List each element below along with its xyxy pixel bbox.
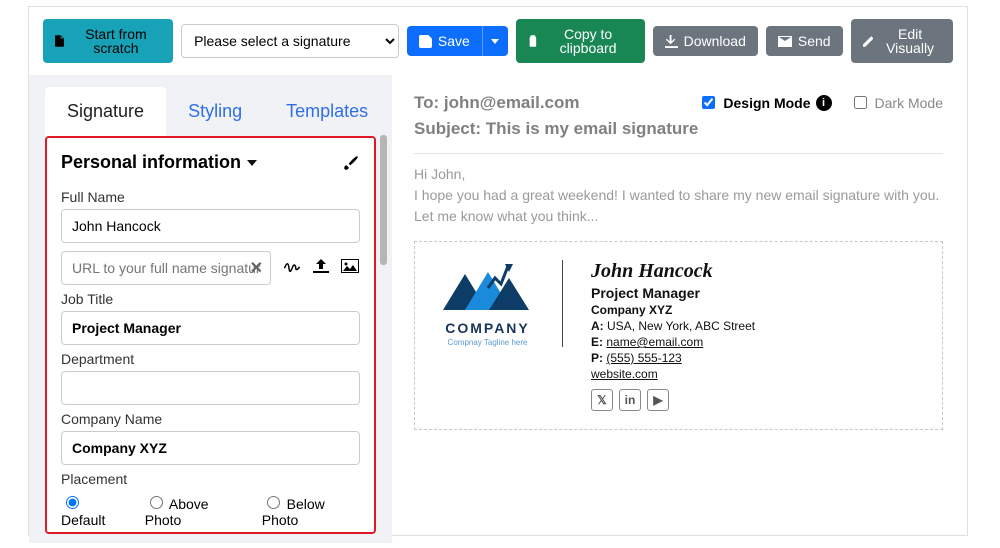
- department-input[interactable]: [61, 371, 360, 405]
- sig-job: Project Manager: [591, 285, 755, 301]
- preview-pane: To: john@email.com Subject: This is my e…: [392, 75, 967, 543]
- save-label: Save: [438, 34, 470, 48]
- signature-preview: COMPANY Compnay Tagline here John Hancoc…: [414, 241, 943, 430]
- sig-company: Company XYZ: [591, 303, 755, 317]
- dark-mode-toggle[interactable]: Dark Mode: [850, 93, 943, 112]
- copy-label: Copy to clipboard: [544, 27, 633, 55]
- full-name-label: Full Name: [61, 189, 360, 205]
- sig-website: website.com: [591, 367, 755, 381]
- youtube-icon[interactable]: ▶: [647, 389, 669, 411]
- download-button[interactable]: Download: [653, 26, 758, 56]
- info-icon[interactable]: i: [816, 95, 832, 111]
- send-button[interactable]: Send: [766, 26, 843, 56]
- download-label: Download: [684, 34, 746, 48]
- signature-logo: COMPANY Compnay Tagline here: [433, 260, 563, 347]
- sidebar-scrollbar[interactable]: [380, 135, 387, 543]
- draw-signature-icon[interactable]: [283, 259, 301, 278]
- tab-signature[interactable]: Signature: [45, 87, 166, 136]
- placement-default-option[interactable]: Default: [61, 493, 127, 528]
- design-mode-toggle[interactable]: Design Mode i: [698, 93, 831, 112]
- edit-visually-button[interactable]: Edit Visually: [851, 19, 953, 63]
- sig-name: John Hancock: [591, 260, 755, 283]
- tab-styling[interactable]: Styling: [166, 87, 264, 136]
- signature-url-input[interactable]: [61, 251, 271, 285]
- job-title-label: Job Title: [61, 291, 360, 307]
- file-icon: [55, 34, 65, 48]
- divider: [414, 153, 943, 154]
- preview-subject: Subject: This is my email signature: [414, 119, 698, 139]
- save-dropdown-toggle[interactable]: [482, 26, 508, 56]
- save-icon: [419, 35, 432, 48]
- signature-details: John Hancock Project Manager Company XYZ…: [591, 260, 755, 411]
- placement-above-option[interactable]: Above Photo: [145, 493, 244, 528]
- section-header[interactable]: Personal information: [61, 146, 360, 183]
- linkedin-icon[interactable]: in: [619, 389, 641, 411]
- section-title: Personal information: [61, 152, 241, 173]
- upload-icon[interactable]: [313, 259, 329, 278]
- chevron-down-icon: [491, 39, 499, 44]
- top-toolbar: Start from scratch Please select a signa…: [29, 7, 967, 75]
- sig-address: A: USA, New York, ABC Street: [591, 319, 755, 333]
- tab-templates[interactable]: Templates: [264, 87, 390, 136]
- placement-below-option[interactable]: Below Photo: [262, 493, 360, 528]
- clear-icon[interactable]: ✕: [250, 258, 263, 278]
- department-label: Department: [61, 351, 360, 367]
- image-icon[interactable]: [341, 259, 359, 278]
- email-body: Hi John, I hope you had a great weekend!…: [414, 164, 943, 227]
- save-button[interactable]: Save: [407, 26, 482, 56]
- full-name-input[interactable]: [61, 209, 360, 243]
- start-label: Start from scratch: [71, 27, 161, 55]
- signature-select[interactable]: Please select a signature: [181, 24, 399, 58]
- save-split-button[interactable]: Save: [407, 26, 508, 56]
- brush-icon[interactable]: [342, 154, 360, 172]
- placement-label: Placement: [61, 471, 360, 487]
- copy-button[interactable]: Copy to clipboard: [516, 19, 645, 63]
- sig-email: E: name@email.com: [591, 335, 755, 349]
- job-title-input[interactable]: [61, 311, 360, 345]
- edit-label: Edit Visually: [879, 27, 941, 55]
- chevron-down-icon: [247, 160, 257, 166]
- company-name-label: Company Name: [61, 411, 360, 427]
- pencil-icon: [863, 35, 874, 48]
- preview-to: To: john@email.com: [414, 93, 698, 113]
- mountain-logo-icon: [443, 260, 533, 316]
- company-name-input[interactable]: [61, 431, 360, 465]
- editor-tabs: Signature Styling Templates: [45, 87, 376, 136]
- x-twitter-icon[interactable]: 𝕏: [591, 389, 613, 411]
- send-label: Send: [798, 34, 831, 48]
- personal-info-panel: Personal information Full Name ✕: [45, 136, 376, 534]
- download-icon: [665, 35, 678, 48]
- editor-sidebar: Signature Styling Templates Personal inf…: [29, 75, 392, 543]
- start-from-scratch-button[interactable]: Start from scratch: [43, 19, 173, 63]
- mail-icon: [778, 36, 792, 47]
- sig-phone: P: (555) 555-123: [591, 351, 755, 365]
- clipboard-icon: [528, 34, 538, 48]
